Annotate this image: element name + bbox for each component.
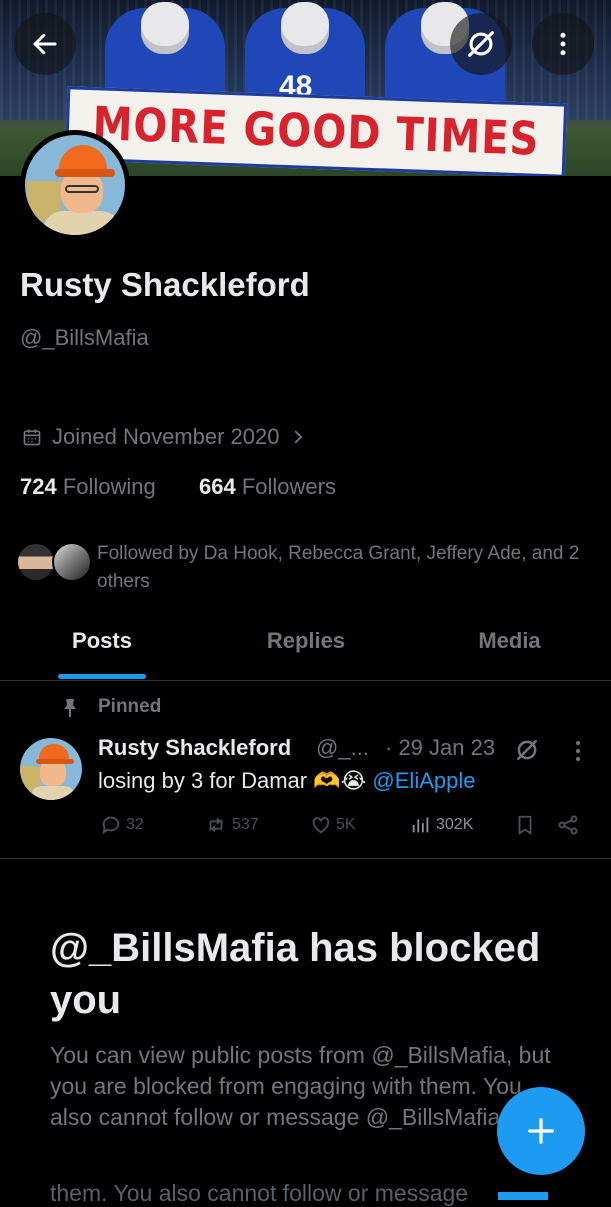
banner-sign: MORE GOOD TIMES xyxy=(64,86,568,176)
blocked-title: @_BillsMafia has blocked you xyxy=(50,926,541,1022)
tab-replies[interactable]: Replies xyxy=(204,628,408,678)
like-button[interactable]: 5K xyxy=(310,812,356,838)
tab-posts[interactable]: Posts xyxy=(0,628,204,678)
following-count: 724 xyxy=(20,474,57,499)
followers-stat[interactable]: 664 Followers xyxy=(199,474,336,500)
followers-label: Followers xyxy=(241,474,336,499)
following-stat[interactable]: 724 Following xyxy=(20,474,156,500)
post-divider xyxy=(0,858,611,859)
vertical-dots-icon xyxy=(560,32,566,56)
views-button[interactable]: 302K xyxy=(410,812,473,838)
post-text: losing by 3 for Damar 🫶😭 @EliApple xyxy=(98,768,475,794)
profile-handle: @_BillsMafia xyxy=(20,325,149,350)
pinned-label: Pinned xyxy=(98,696,162,717)
chevron-right-icon xyxy=(295,430,303,444)
bookmark-icon xyxy=(518,815,532,835)
post-mention-link[interactable]: @EliApple xyxy=(372,768,475,793)
reply-count: 32 xyxy=(126,816,144,833)
post-author-name[interactable]: Rusty Shackleford xyxy=(98,735,291,761)
grok-post-icon[interactable] xyxy=(512,735,542,765)
calendar-icon xyxy=(23,429,41,446)
followed-by-text[interactable]: Followed by Da Hook, Rebecca Grant, Jeff… xyxy=(97,540,587,596)
joined-text: Joined November 2020 xyxy=(52,424,280,449)
reply-button[interactable]: 32 xyxy=(100,812,144,838)
tab-posts-label: Posts xyxy=(72,628,132,653)
fab-shadow-edge xyxy=(498,1192,548,1200)
active-tab-indicator xyxy=(58,674,146,679)
following-label: Following xyxy=(62,474,156,499)
post-date[interactable]: · 29 Jan 23 xyxy=(385,735,495,761)
blocked-body: You can view public posts from @_BillsMa… xyxy=(50,1042,551,1130)
tab-media-label: Media xyxy=(478,628,541,653)
back-button[interactable] xyxy=(14,13,76,75)
like-count: 5K xyxy=(336,816,356,833)
bookmark-button[interactable] xyxy=(514,812,536,838)
share-icon xyxy=(558,815,578,835)
pin-icon xyxy=(64,699,76,717)
follower-avatar xyxy=(52,542,92,582)
reply-icon xyxy=(102,816,120,835)
arrow-left-icon xyxy=(33,33,57,55)
post-author-handle[interactable]: @_... xyxy=(316,735,369,761)
followers-count: 664 xyxy=(199,474,236,499)
joined-date[interactable]: Joined November 2020 xyxy=(22,424,307,450)
grok-button[interactable] xyxy=(450,13,512,75)
followed-by-avatars[interactable] xyxy=(16,542,96,584)
scroll-ghost-text: them. You also cannot follow or message xyxy=(50,1180,469,1206)
heart-icon xyxy=(312,817,330,834)
post-more-icon[interactable] xyxy=(566,737,590,765)
slashed-circle-icon xyxy=(468,31,494,57)
repost-icon xyxy=(209,817,223,833)
share-button[interactable] xyxy=(556,812,580,838)
more-options-button[interactable] xyxy=(532,13,594,75)
display-name: Rusty Shackleford xyxy=(20,266,310,303)
profile-avatar[interactable] xyxy=(20,130,130,240)
repost-button[interactable]: 537 xyxy=(204,812,259,838)
view-count: 302K xyxy=(436,816,474,833)
tab-replies-label: Replies xyxy=(266,628,346,653)
follower-avatar xyxy=(16,542,56,582)
compose-post-button[interactable] xyxy=(497,1087,585,1175)
tab-media[interactable]: Media xyxy=(408,628,611,678)
banner-sign-text: MORE GOOD TIMES xyxy=(91,97,541,167)
bar-chart-icon xyxy=(412,817,429,833)
post-author-avatar[interactable] xyxy=(20,738,82,800)
tabs-divider xyxy=(0,680,611,681)
repost-count: 537 xyxy=(232,816,259,833)
post-body: losing by 3 for Damar 🫶😭 xyxy=(98,768,367,793)
plus-icon xyxy=(528,1118,554,1144)
